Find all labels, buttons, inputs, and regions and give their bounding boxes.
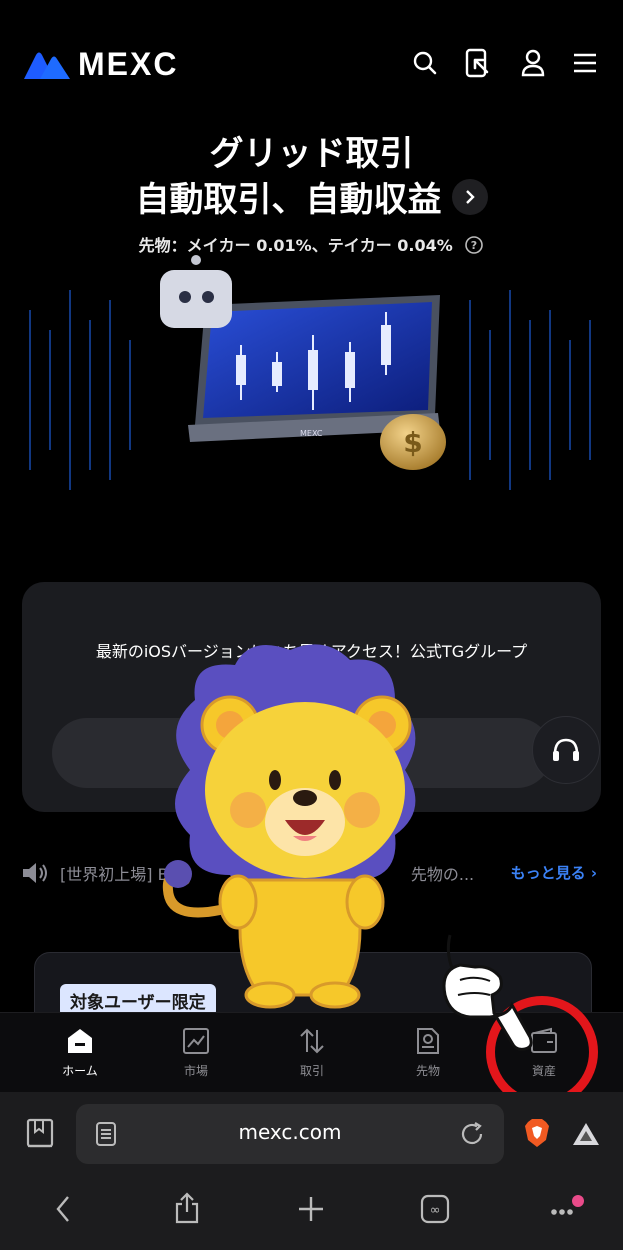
home-icon bbox=[68, 1029, 92, 1053]
user-icon[interactable] bbox=[518, 48, 548, 78]
tabs-icon[interactable]: ∞ bbox=[418, 1192, 452, 1226]
brave-rewards-icon[interactable] bbox=[570, 1118, 602, 1150]
mexc-logo[interactable]: MEXC bbox=[24, 46, 178, 83]
svg-text:∞: ∞ bbox=[430, 1203, 441, 1218]
mexc-logo-icon bbox=[24, 52, 70, 79]
tab-market[interactable]: 市場 bbox=[156, 1026, 236, 1079]
url-text: mexc.com bbox=[238, 1120, 342, 1144]
lion-mascot-sticker bbox=[162, 644, 416, 1009]
see-more-link[interactable]: もっと見る › bbox=[511, 862, 597, 883]
bookmarks-icon[interactable] bbox=[22, 1116, 58, 1152]
chevron-right-icon[interactable] bbox=[451, 178, 488, 215]
svg-text:$: $ bbox=[403, 426, 422, 459]
headset-icon bbox=[553, 738, 579, 761]
back-icon[interactable] bbox=[46, 1192, 80, 1226]
reload-icon[interactable] bbox=[458, 1120, 486, 1148]
pointing-hand-icon bbox=[442, 934, 533, 1051]
new-tab-icon[interactable] bbox=[294, 1192, 328, 1226]
share-icon[interactable] bbox=[170, 1190, 204, 1226]
see-more-label: もっと見る bbox=[510, 864, 586, 882]
more-options-icon[interactable] bbox=[544, 1192, 588, 1226]
tab-trade-label: 取引 bbox=[299, 1064, 324, 1078]
hero-illustration: MEXC $ bbox=[0, 250, 623, 580]
tab-market-label: 市場 bbox=[183, 1064, 208, 1078]
tab-home[interactable]: ホーム bbox=[40, 1026, 120, 1079]
menu-icon[interactable] bbox=[570, 48, 600, 78]
hero-title-line1: グリッド取引 bbox=[209, 134, 414, 174]
chart-icon bbox=[183, 1028, 209, 1054]
brave-shield-icon[interactable] bbox=[520, 1116, 554, 1150]
tab-home-label: ホーム bbox=[62, 1064, 98, 1078]
hero-title-line2-row[interactable]: 自動取引、自動収益 bbox=[0, 172, 623, 221]
top-header: MEXC bbox=[0, 0, 623, 120]
speaker-icon bbox=[23, 863, 47, 883]
download-app-icon[interactable] bbox=[462, 48, 492, 78]
customer-support-button[interactable] bbox=[532, 716, 600, 784]
logo-text: MEXC bbox=[78, 46, 179, 82]
laptop-brand: MEXC bbox=[300, 429, 323, 438]
trade-arrows-icon bbox=[300, 1028, 324, 1054]
search-icon[interactable] bbox=[410, 48, 440, 78]
tab-futures-label: 先物 bbox=[415, 1064, 440, 1078]
hero-title-line2: 自動取引、自動収益 bbox=[135, 180, 442, 220]
tab-trade[interactable]: 取引 bbox=[272, 1026, 352, 1079]
